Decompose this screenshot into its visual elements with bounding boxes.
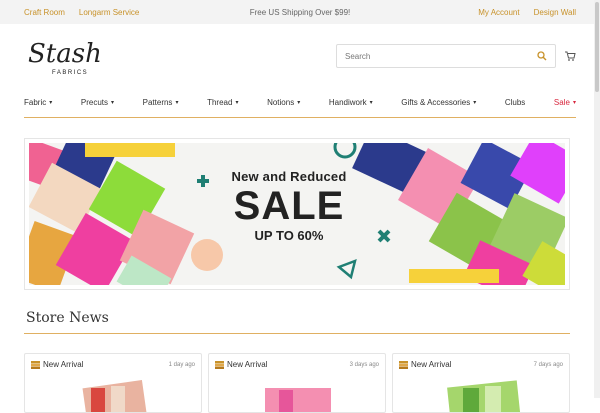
design-wall-link[interactable]: Design Wall (534, 8, 576, 17)
main-nav: Fabric ▾ Precuts ▾ Patterns ▾ Thread ▾ Notio… (24, 88, 576, 118)
craft-room-link[interactable]: Craft Room (24, 8, 65, 17)
chevron-down-icon: ▾ (473, 100, 477, 106)
fabric-stack-icon (215, 360, 224, 369)
search-input[interactable] (345, 51, 537, 61)
store-news-title: Store News (26, 310, 109, 326)
nav-fabric[interactable]: Fabric ▾ (24, 98, 52, 107)
chevron-down-icon: ▾ (297, 100, 301, 106)
news-time: 3 days ago (349, 361, 379, 368)
banner-image: New and Reduced SALE UP TO 60% (29, 143, 565, 285)
news-thumbnail (265, 388, 331, 412)
nav-notions[interactable]: Notions ▾ (267, 98, 300, 107)
chevron-down-icon: ▾ (175, 100, 179, 106)
cart-icon[interactable] (564, 50, 576, 62)
nav-clubs[interactable]: Clubs (505, 98, 525, 107)
fabric-stack-icon (31, 360, 40, 369)
search-icon[interactable] (537, 51, 547, 61)
news-thumbnail (447, 380, 521, 412)
fabric-stack-icon (399, 360, 408, 369)
svg-text:FABRICS: FABRICS (52, 70, 88, 76)
svg-text:Stash: Stash (28, 39, 100, 69)
nav-precuts[interactable]: Precuts ▾ (81, 98, 114, 107)
chevron-down-icon: ▾ (369, 100, 373, 106)
banner-subtitle: New and Reduced (231, 169, 347, 184)
chevron-down-icon: ▾ (49, 100, 53, 106)
news-time: 7 days ago (533, 361, 563, 368)
longarm-service-link[interactable]: Longarm Service (79, 8, 139, 17)
news-cards: New Arrival 1 day ago New Arrival 3 days… (24, 353, 570, 413)
news-tag: New Arrival (227, 360, 268, 369)
news-card[interactable]: New Arrival 3 days ago (208, 353, 386, 413)
news-card[interactable]: New Arrival 1 day ago (24, 353, 202, 413)
banner-text: New and Reduced SALE UP TO 60% (214, 169, 364, 243)
stash-fabrics-logo[interactable]: Stash FABRICS (24, 32, 102, 80)
news-tag: New Arrival (411, 360, 452, 369)
scrollbar-thumb[interactable] (595, 2, 599, 92)
search-box (336, 44, 556, 68)
nav-sale[interactable]: Sale ▾ (554, 98, 576, 107)
news-card[interactable]: New Arrival 7 days ago (392, 353, 570, 413)
top-links-left: Craft Room Longarm Service (24, 8, 139, 17)
nav-gifts-accessories[interactable]: Gifts & Accessories ▾ (401, 98, 476, 107)
top-links-right: My Account Design Wall (478, 8, 576, 17)
nav-patterns[interactable]: Patterns ▾ (143, 98, 179, 107)
chevron-down-icon: ▾ (111, 100, 115, 106)
my-account-link[interactable]: My Account (478, 8, 519, 17)
header-tools (336, 44, 576, 68)
news-tag: New Arrival (43, 360, 84, 369)
chevron-down-icon: ▾ (235, 100, 239, 106)
nav-thread[interactable]: Thread ▾ (207, 98, 238, 107)
divider (24, 333, 570, 334)
top-bar: Craft Room Longarm Service Free US Shipp… (0, 0, 600, 24)
banner-headline: SALE (233, 184, 345, 228)
nav-handiwork[interactable]: Handiwork ▾ (329, 98, 373, 107)
sale-banner[interactable]: New and Reduced SALE UP TO 60% (24, 138, 570, 290)
page-scrollbar[interactable] (594, 0, 600, 398)
banner-discount: UP TO 60% (254, 228, 324, 243)
header: Stash FABRICS (0, 24, 600, 88)
news-thumbnail (82, 380, 148, 412)
news-time: 1 day ago (168, 361, 195, 368)
chevron-down-icon: ▾ (572, 100, 576, 106)
